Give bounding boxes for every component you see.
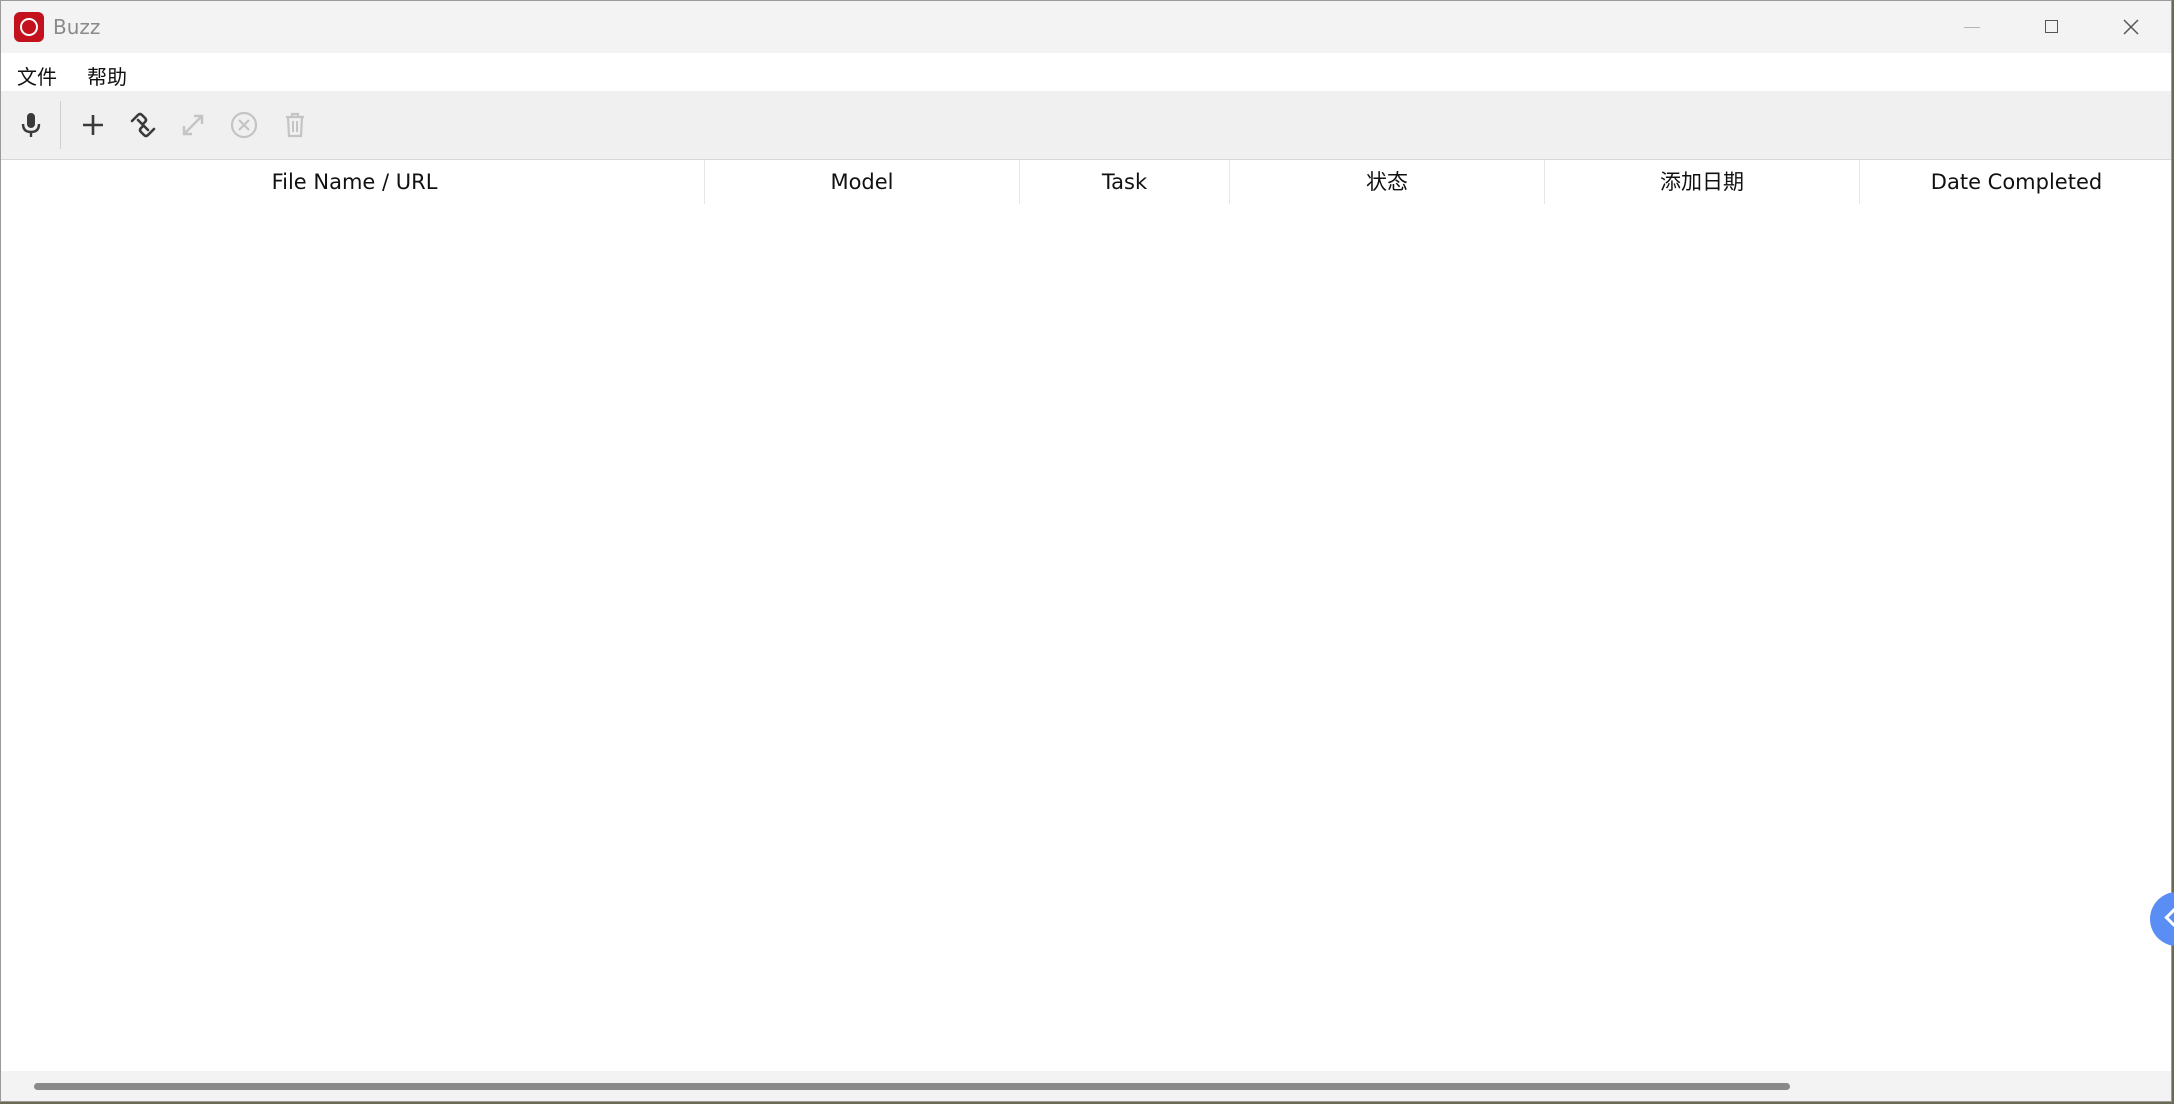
- maximize-button[interactable]: [2011, 1, 2091, 53]
- open-transcript-button[interactable]: [173, 105, 213, 145]
- menu-help[interactable]: 帮助: [83, 59, 131, 92]
- expand-icon: [182, 114, 204, 136]
- plus-icon: [83, 115, 103, 135]
- import-url-button[interactable]: [123, 105, 163, 145]
- delete-button[interactable]: [275, 105, 315, 145]
- table-header: File Name / URL Model Task 状态 添加日期 Date …: [1, 160, 2171, 204]
- title-bar[interactable]: Buzz: [1, 1, 2171, 53]
- app-window: Buzz 文件 帮助 File Name / URL Model Task 状态…: [0, 0, 2172, 1102]
- window-title: Buzz: [53, 15, 101, 39]
- scrollbar-thumb[interactable]: [34, 1083, 1790, 1090]
- record-button[interactable]: [11, 105, 51, 145]
- cancel-transcription-button[interactable]: [224, 105, 264, 145]
- column-header-date-added[interactable]: 添加日期: [1545, 160, 1860, 204]
- add-file-button[interactable]: [73, 105, 113, 145]
- column-header-date-completed[interactable]: Date Completed: [1860, 160, 2171, 204]
- column-header-task[interactable]: Task: [1020, 160, 1230, 204]
- column-header-file-name[interactable]: File Name / URL: [5, 160, 705, 204]
- minimize-button[interactable]: [1931, 1, 2011, 53]
- toolbar: [1, 91, 2171, 160]
- link-icon: [130, 112, 156, 138]
- toolbar-separator: [60, 101, 61, 149]
- trash-icon: [286, 112, 304, 138]
- transcription-table[interactable]: File Name / URL Model Task 状态 添加日期 Date …: [1, 160, 2171, 1072]
- close-icon: [2123, 19, 2139, 35]
- menu-file[interactable]: 文件: [13, 59, 61, 92]
- menu-bar: 文件 帮助: [1, 53, 2171, 91]
- column-header-status[interactable]: 状态: [1230, 160, 1545, 204]
- horizontal-scrollbar[interactable]: [1, 1071, 2171, 1101]
- buzz-app-icon: [14, 12, 44, 42]
- microphone-icon: [21, 113, 41, 137]
- column-header-model[interactable]: Model: [705, 160, 1020, 204]
- close-button[interactable]: [2091, 1, 2171, 53]
- cancel-circle-icon: [230, 111, 258, 139]
